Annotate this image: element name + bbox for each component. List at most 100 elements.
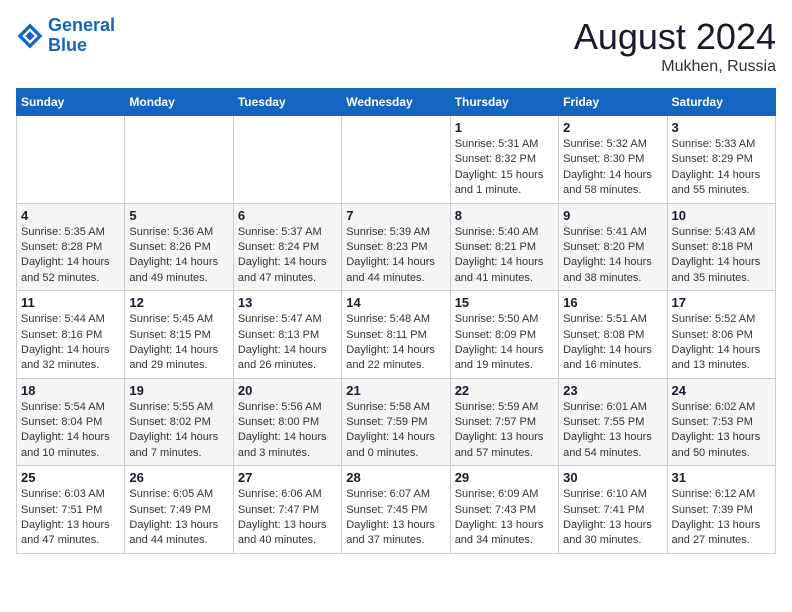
daylight: Daylight: 13 hours and 44 minutes.	[129, 519, 218, 546]
day-info: Sunrise: 5:33 AM Sunset: 8:29 PM Dayligh…	[672, 137, 771, 199]
daylight: Daylight: 13 hours and 54 minutes.	[563, 431, 652, 458]
calendar-week-row: 25 Sunrise: 6:03 AM Sunset: 7:51 PM Dayl…	[17, 466, 776, 554]
sunset: Sunset: 7:45 PM	[346, 504, 427, 516]
day-info: Sunrise: 6:02 AM Sunset: 7:53 PM Dayligh…	[672, 400, 771, 462]
calendar-cell: 1 Sunrise: 5:31 AM Sunset: 8:32 PM Dayli…	[450, 116, 558, 204]
calendar-cell: 24 Sunrise: 6:02 AM Sunset: 7:53 PM Dayl…	[667, 378, 775, 466]
day-number: 25	[21, 470, 120, 485]
day-info: Sunrise: 6:07 AM Sunset: 7:45 PM Dayligh…	[346, 487, 445, 549]
sunset: Sunset: 7:47 PM	[238, 504, 319, 516]
daylight: Daylight: 14 hours and 13 minutes.	[672, 344, 761, 371]
calendar-cell: 28 Sunrise: 6:07 AM Sunset: 7:45 PM Dayl…	[342, 466, 450, 554]
sunrise: Sunrise: 5:59 AM	[455, 401, 539, 413]
calendar-week-row: 11 Sunrise: 5:44 AM Sunset: 8:16 PM Dayl…	[17, 291, 776, 379]
calendar-cell: 19 Sunrise: 5:55 AM Sunset: 8:02 PM Dayl…	[125, 378, 233, 466]
day-number: 17	[672, 295, 771, 310]
daylight: Daylight: 13 hours and 50 minutes.	[672, 431, 761, 458]
daylight: Daylight: 15 hours and 1 minute.	[455, 169, 544, 196]
daylight: Daylight: 14 hours and 44 minutes.	[346, 256, 435, 283]
day-info: Sunrise: 5:59 AM Sunset: 7:57 PM Dayligh…	[455, 400, 554, 462]
day-info: Sunrise: 5:58 AM Sunset: 7:59 PM Dayligh…	[346, 400, 445, 462]
day-number: 1	[455, 120, 554, 135]
calendar-cell: 15 Sunrise: 5:50 AM Sunset: 8:09 PM Dayl…	[450, 291, 558, 379]
sunrise: Sunrise: 5:52 AM	[672, 313, 756, 325]
sunrise: Sunrise: 5:32 AM	[563, 138, 647, 150]
day-info: Sunrise: 6:06 AM Sunset: 7:47 PM Dayligh…	[238, 487, 337, 549]
calendar-table: SundayMondayTuesdayWednesdayThursdayFrid…	[16, 88, 776, 554]
sunset: Sunset: 8:20 PM	[563, 241, 644, 253]
day-header: Monday	[125, 89, 233, 116]
sunrise: Sunrise: 6:09 AM	[455, 488, 539, 500]
daylight: Daylight: 13 hours and 27 minutes.	[672, 519, 761, 546]
day-number: 20	[238, 383, 337, 398]
sunset: Sunset: 7:49 PM	[129, 504, 210, 516]
sunset: Sunset: 8:29 PM	[672, 153, 753, 165]
calendar-cell: 6 Sunrise: 5:37 AM Sunset: 8:24 PM Dayli…	[233, 203, 341, 291]
sunset: Sunset: 7:55 PM	[563, 416, 644, 428]
daylight: Daylight: 14 hours and 41 minutes.	[455, 256, 544, 283]
calendar-header-row: SundayMondayTuesdayWednesdayThursdayFrid…	[17, 89, 776, 116]
calendar-cell: 2 Sunrise: 5:32 AM Sunset: 8:30 PM Dayli…	[559, 116, 667, 204]
sunset: Sunset: 8:11 PM	[346, 329, 427, 341]
sunset: Sunset: 8:30 PM	[563, 153, 644, 165]
calendar-cell: 31 Sunrise: 6:12 AM Sunset: 7:39 PM Dayl…	[667, 466, 775, 554]
daylight: Daylight: 14 hours and 49 minutes.	[129, 256, 218, 283]
sunset: Sunset: 8:06 PM	[672, 329, 753, 341]
calendar-week-row: 1 Sunrise: 5:31 AM Sunset: 8:32 PM Dayli…	[17, 116, 776, 204]
day-info: Sunrise: 5:52 AM Sunset: 8:06 PM Dayligh…	[672, 312, 771, 374]
page-header: General Blue August 2024 Mukhen, Russia	[16, 16, 776, 76]
sunrise: Sunrise: 5:50 AM	[455, 313, 539, 325]
day-number: 4	[21, 208, 120, 223]
sunset: Sunset: 8:23 PM	[346, 241, 427, 253]
calendar-cell: 17 Sunrise: 5:52 AM Sunset: 8:06 PM Dayl…	[667, 291, 775, 379]
sunrise: Sunrise: 6:07 AM	[346, 488, 430, 500]
day-info: Sunrise: 5:56 AM Sunset: 8:00 PM Dayligh…	[238, 400, 337, 462]
day-number: 6	[238, 208, 337, 223]
sunrise: Sunrise: 6:02 AM	[672, 401, 756, 413]
day-number: 27	[238, 470, 337, 485]
calendar-week-row: 4 Sunrise: 5:35 AM Sunset: 8:28 PM Dayli…	[17, 203, 776, 291]
sunset: Sunset: 8:21 PM	[455, 241, 536, 253]
day-number: 9	[563, 208, 662, 223]
day-info: Sunrise: 5:54 AM Sunset: 8:04 PM Dayligh…	[21, 400, 120, 462]
day-number: 10	[672, 208, 771, 223]
day-info: Sunrise: 5:35 AM Sunset: 8:28 PM Dayligh…	[21, 225, 120, 287]
sunrise: Sunrise: 5:36 AM	[129, 226, 213, 238]
calendar-cell: 4 Sunrise: 5:35 AM Sunset: 8:28 PM Dayli…	[17, 203, 125, 291]
day-number: 14	[346, 295, 445, 310]
day-number: 30	[563, 470, 662, 485]
calendar-cell: 8 Sunrise: 5:40 AM Sunset: 8:21 PM Dayli…	[450, 203, 558, 291]
sunset: Sunset: 7:43 PM	[455, 504, 536, 516]
sunset: Sunset: 7:39 PM	[672, 504, 753, 516]
daylight: Daylight: 13 hours and 57 minutes.	[455, 431, 544, 458]
sunrise: Sunrise: 6:12 AM	[672, 488, 756, 500]
sunset: Sunset: 8:09 PM	[455, 329, 536, 341]
daylight: Daylight: 14 hours and 52 minutes.	[21, 256, 110, 283]
title-block: August 2024 Mukhen, Russia	[574, 16, 776, 76]
daylight: Daylight: 13 hours and 30 minutes.	[563, 519, 652, 546]
sunrise: Sunrise: 5:51 AM	[563, 313, 647, 325]
sunrise: Sunrise: 6:03 AM	[21, 488, 105, 500]
sunset: Sunset: 7:59 PM	[346, 416, 427, 428]
day-number: 8	[455, 208, 554, 223]
day-header: Sunday	[17, 89, 125, 116]
calendar-cell: 14 Sunrise: 5:48 AM Sunset: 8:11 PM Dayl…	[342, 291, 450, 379]
day-header: Friday	[559, 89, 667, 116]
sunset: Sunset: 8:28 PM	[21, 241, 102, 253]
day-header: Tuesday	[233, 89, 341, 116]
day-number: 18	[21, 383, 120, 398]
calendar-cell: 18 Sunrise: 5:54 AM Sunset: 8:04 PM Dayl…	[17, 378, 125, 466]
sunrise: Sunrise: 5:47 AM	[238, 313, 322, 325]
daylight: Daylight: 14 hours and 47 minutes.	[238, 256, 327, 283]
day-info: Sunrise: 5:40 AM Sunset: 8:21 PM Dayligh…	[455, 225, 554, 287]
daylight: Daylight: 13 hours and 47 minutes.	[21, 519, 110, 546]
calendar-cell: 23 Sunrise: 6:01 AM Sunset: 7:55 PM Dayl…	[559, 378, 667, 466]
sunset: Sunset: 8:18 PM	[672, 241, 753, 253]
day-header: Thursday	[450, 89, 558, 116]
sunrise: Sunrise: 5:56 AM	[238, 401, 322, 413]
day-info: Sunrise: 5:48 AM Sunset: 8:11 PM Dayligh…	[346, 312, 445, 374]
daylight: Daylight: 14 hours and 22 minutes.	[346, 344, 435, 371]
day-number: 7	[346, 208, 445, 223]
calendar-cell: 10 Sunrise: 5:43 AM Sunset: 8:18 PM Dayl…	[667, 203, 775, 291]
sunrise: Sunrise: 6:10 AM	[563, 488, 647, 500]
